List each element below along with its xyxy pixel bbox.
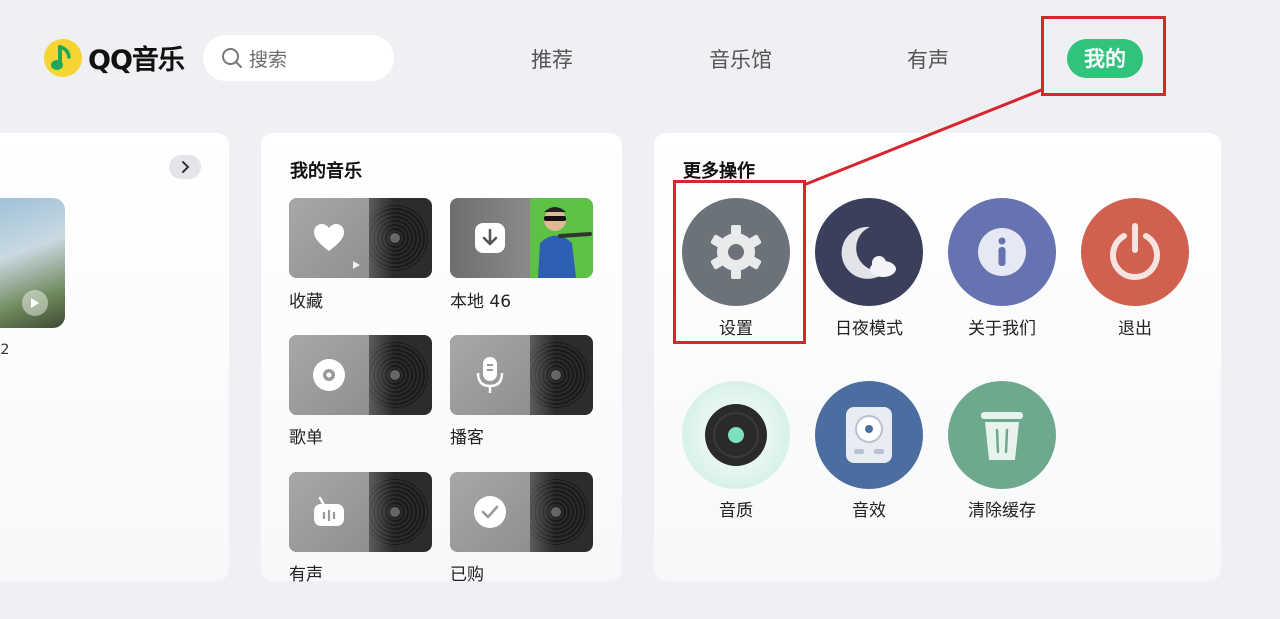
speaker-icon (846, 407, 892, 463)
tab-recommend[interactable]: 推荐 (531, 44, 573, 74)
day-night-label: 日夜模式 (835, 319, 903, 339)
podcast-label: 播客 (450, 428, 484, 448)
heart-icon (289, 198, 369, 278)
about-us-button[interactable] (948, 198, 1056, 306)
search-input[interactable]: 搜索 (203, 35, 394, 81)
playlists-tile[interactable] (289, 335, 432, 415)
tab-audio[interactable]: 有声 (907, 44, 949, 74)
about-us-label: 关于我们 (968, 319, 1036, 339)
favorites-label: 收藏 (289, 292, 323, 312)
purchased-label: 已购 (450, 565, 484, 585)
radio-icon (289, 472, 369, 552)
day-night-button[interactable] (815, 198, 923, 306)
tab-music-hall[interactable]: 音乐馆 (709, 44, 772, 74)
download-icon (450, 198, 530, 278)
info-icon (978, 228, 1026, 276)
disc-icon (289, 335, 369, 415)
sound-effects-button[interactable] (815, 381, 923, 489)
logout-label: 退出 (1118, 319, 1152, 339)
next-button[interactable] (169, 155, 201, 179)
playlists-label: 歌单 (289, 428, 323, 448)
vinyl-icon (705, 404, 767, 466)
microphone-icon (450, 335, 530, 415)
local-tile[interactable] (450, 198, 593, 278)
play-icon[interactable] (22, 290, 48, 316)
audiobook-tile[interactable] (289, 472, 432, 552)
favorites-tile[interactable] (289, 198, 432, 278)
clear-cache-label: 清除缓存 (968, 501, 1036, 521)
moon-icon (841, 226, 896, 279)
my-music-title: 我的音乐 (290, 161, 362, 182)
sound-effects-label: 音效 (852, 501, 886, 521)
local-label: 本地 46 (450, 292, 512, 312)
artist-cover (520, 198, 593, 278)
podcast-tile[interactable] (450, 335, 593, 415)
check-icon (450, 472, 530, 552)
audiobook-label: 有声 (289, 565, 323, 585)
recent-thumbnail[interactable] (0, 198, 65, 328)
recent-card: 白 2 (0, 133, 229, 581)
highlight-box-mine-tab (1041, 16, 1166, 96)
logo-text: QQ音乐 (88, 45, 185, 76)
recent-caption: 白 2 (0, 342, 10, 358)
app-logo[interactable]: QQ音乐 (44, 38, 185, 77)
highlight-box-settings (673, 180, 806, 344)
search-placeholder: 搜索 (249, 48, 288, 71)
trash-icon (981, 412, 1023, 460)
sound-quality-button[interactable] (682, 381, 790, 489)
my-music-card: 我的音乐 收藏 本地 46 歌单 播客 有声 已购 (261, 133, 622, 585)
sound-quality-label: 音质 (719, 501, 753, 521)
logo-icon (44, 38, 82, 77)
chevron-right-icon (182, 161, 190, 173)
search-icon (222, 48, 242, 68)
purchased-tile[interactable] (450, 472, 593, 552)
power-icon (1110, 223, 1160, 281)
logout-button[interactable] (1081, 198, 1189, 306)
clear-cache-button[interactable] (948, 381, 1056, 489)
